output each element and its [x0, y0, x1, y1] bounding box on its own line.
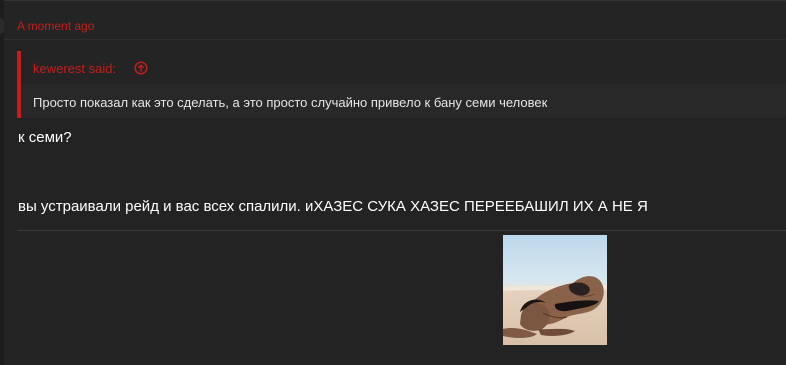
arrow-up-circle-icon[interactable] [134, 61, 148, 75]
image-attachment[interactable] [503, 235, 607, 345]
quote-text: Просто показал как это сделать, а это пр… [33, 95, 548, 110]
post-left-rail [0, 0, 4, 365]
quote-body: Просто показал как это сделать, а это пр… [21, 84, 786, 118]
quote-author-label[interactable]: kewerest said: [33, 62, 116, 76]
message-line-1: к семи? [18, 129, 72, 146]
post-header: A moment ago [4, 0, 786, 40]
quote-block: kewerest said: Просто показал как это сд… [17, 51, 786, 118]
post-timestamp-link[interactable]: A moment ago [17, 19, 94, 33]
attachment-image [503, 235, 607, 345]
post-container: A moment ago kewerest said: Просто показ… [0, 0, 786, 365]
quote-header: kewerest said: [21, 51, 786, 84]
attachment-divider [17, 230, 786, 231]
message-line-2: вы устраивали рейд и вас всех спалили. и… [18, 198, 648, 215]
